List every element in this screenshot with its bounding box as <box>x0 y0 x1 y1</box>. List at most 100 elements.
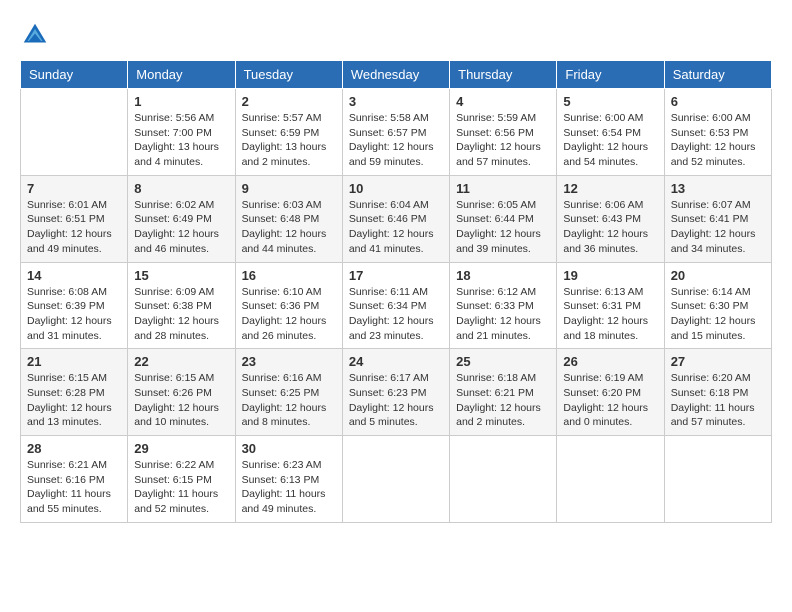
day-info: Sunrise: 6:23 AMSunset: 6:13 PMDaylight:… <box>242 458 336 517</box>
calendar-cell: 11 Sunrise: 6:05 AMSunset: 6:44 PMDayligh… <box>450 175 557 262</box>
day-number: 4 <box>456 94 550 109</box>
calendar-cell: 16 Sunrise: 6:10 AMSunset: 6:36 PMDayligh… <box>235 262 342 349</box>
day-number: 1 <box>134 94 228 109</box>
day-info: Sunrise: 6:05 AMSunset: 6:44 PMDaylight:… <box>456 198 550 257</box>
day-number: 19 <box>563 268 657 283</box>
day-number: 7 <box>27 181 121 196</box>
calendar-cell: 10 Sunrise: 6:04 AMSunset: 6:46 PMDayligh… <box>342 175 449 262</box>
day-of-week-header: Saturday <box>664 61 771 89</box>
day-info: Sunrise: 6:02 AMSunset: 6:49 PMDaylight:… <box>134 198 228 257</box>
calendar-cell: 23 Sunrise: 6:16 AMSunset: 6:25 PMDayligh… <box>235 349 342 436</box>
day-number: 27 <box>671 354 765 369</box>
day-info: Sunrise: 5:58 AMSunset: 6:57 PMDaylight:… <box>349 111 443 170</box>
calendar-cell: 1 Sunrise: 5:56 AMSunset: 7:00 PMDaylight… <box>128 89 235 176</box>
day-of-week-header: Friday <box>557 61 664 89</box>
day-number: 6 <box>671 94 765 109</box>
day-number: 14 <box>27 268 121 283</box>
calendar-cell: 22 Sunrise: 6:15 AMSunset: 6:26 PMDayligh… <box>128 349 235 436</box>
calendar-cell <box>21 89 128 176</box>
day-info: Sunrise: 6:15 AMSunset: 6:26 PMDaylight:… <box>134 371 228 430</box>
calendar-table: SundayMondayTuesdayWednesdayThursdayFrid… <box>20 60 772 523</box>
page-header <box>20 20 772 50</box>
day-number: 3 <box>349 94 443 109</box>
day-info: Sunrise: 5:59 AMSunset: 6:56 PMDaylight:… <box>456 111 550 170</box>
calendar-cell: 29 Sunrise: 6:22 AMSunset: 6:15 PMDayligh… <box>128 436 235 523</box>
day-info: Sunrise: 6:17 AMSunset: 6:23 PMDaylight:… <box>349 371 443 430</box>
day-info: Sunrise: 6:21 AMSunset: 6:16 PMDaylight:… <box>27 458 121 517</box>
calendar-cell: 30 Sunrise: 6:23 AMSunset: 6:13 PMDayligh… <box>235 436 342 523</box>
day-number: 30 <box>242 441 336 456</box>
day-number: 25 <box>456 354 550 369</box>
day-number: 26 <box>563 354 657 369</box>
day-info: Sunrise: 6:12 AMSunset: 6:33 PMDaylight:… <box>456 285 550 344</box>
day-number: 16 <box>242 268 336 283</box>
day-number: 24 <box>349 354 443 369</box>
calendar-cell: 14 Sunrise: 6:08 AMSunset: 6:39 PMDayligh… <box>21 262 128 349</box>
day-number: 20 <box>671 268 765 283</box>
day-info: Sunrise: 6:13 AMSunset: 6:31 PMDaylight:… <box>563 285 657 344</box>
calendar-cell: 18 Sunrise: 6:12 AMSunset: 6:33 PMDayligh… <box>450 262 557 349</box>
day-info: Sunrise: 6:10 AMSunset: 6:36 PMDaylight:… <box>242 285 336 344</box>
calendar-cell: 4 Sunrise: 5:59 AMSunset: 6:56 PMDaylight… <box>450 89 557 176</box>
day-number: 22 <box>134 354 228 369</box>
day-number: 13 <box>671 181 765 196</box>
day-info: Sunrise: 5:57 AMSunset: 6:59 PMDaylight:… <box>242 111 336 170</box>
day-info: Sunrise: 6:14 AMSunset: 6:30 PMDaylight:… <box>671 285 765 344</box>
day-info: Sunrise: 6:18 AMSunset: 6:21 PMDaylight:… <box>456 371 550 430</box>
day-number: 23 <box>242 354 336 369</box>
day-info: Sunrise: 6:06 AMSunset: 6:43 PMDaylight:… <box>563 198 657 257</box>
day-number: 12 <box>563 181 657 196</box>
calendar-cell: 27 Sunrise: 6:20 AMSunset: 6:18 PMDayligh… <box>664 349 771 436</box>
day-number: 8 <box>134 181 228 196</box>
calendar-cell: 25 Sunrise: 6:18 AMSunset: 6:21 PMDayligh… <box>450 349 557 436</box>
day-info: Sunrise: 6:08 AMSunset: 6:39 PMDaylight:… <box>27 285 121 344</box>
day-number: 9 <box>242 181 336 196</box>
calendar-cell: 5Sunrise: 6:00 AMSunset: 6:54 PMDaylight… <box>557 89 664 176</box>
day-info: Sunrise: 5:56 AMSunset: 7:00 PMDaylight:… <box>134 111 228 170</box>
day-number: 18 <box>456 268 550 283</box>
day-info: Sunrise: 6:00 AMSunset: 6:53 PMDaylight:… <box>671 111 765 170</box>
calendar-cell <box>342 436 449 523</box>
logo <box>20 20 54 50</box>
calendar-cell: 17 Sunrise: 6:11 AMSunset: 6:34 PMDayligh… <box>342 262 449 349</box>
day-number: 17 <box>349 268 443 283</box>
day-number: 10 <box>349 181 443 196</box>
calendar-cell: 12 Sunrise: 6:06 AMSunset: 6:43 PMDayligh… <box>557 175 664 262</box>
calendar-cell: 24 Sunrise: 6:17 AMSunset: 6:23 PMDayligh… <box>342 349 449 436</box>
calendar-cell: 9 Sunrise: 6:03 AMSunset: 6:48 PMDaylight… <box>235 175 342 262</box>
calendar-cell: 15 Sunrise: 6:09 AMSunset: 6:38 PMDayligh… <box>128 262 235 349</box>
day-info: Sunrise: 6:04 AMSunset: 6:46 PMDaylight:… <box>349 198 443 257</box>
calendar-cell: 19 Sunrise: 6:13 AMSunset: 6:31 PMDayligh… <box>557 262 664 349</box>
day-of-week-header: Sunday <box>21 61 128 89</box>
day-number: 15 <box>134 268 228 283</box>
day-number: 2 <box>242 94 336 109</box>
calendar-header-row: SundayMondayTuesdayWednesdayThursdayFrid… <box>21 61 772 89</box>
calendar-cell: 8 Sunrise: 6:02 AMSunset: 6:49 PMDaylight… <box>128 175 235 262</box>
logo-icon <box>20 20 50 50</box>
day-info: Sunrise: 6:03 AMSunset: 6:48 PMDaylight:… <box>242 198 336 257</box>
day-info: Sunrise: 6:11 AMSunset: 6:34 PMDaylight:… <box>349 285 443 344</box>
calendar-cell: 7 Sunrise: 6:01 AMSunset: 6:51 PMDaylight… <box>21 175 128 262</box>
day-info: Sunrise: 6:00 AMSunset: 6:54 PMDaylight:… <box>563 111 657 170</box>
calendar-cell: 26 Sunrise: 6:19 AMSunset: 6:20 PMDayligh… <box>557 349 664 436</box>
day-number: 29 <box>134 441 228 456</box>
day-info: Sunrise: 6:16 AMSunset: 6:25 PMDaylight:… <box>242 371 336 430</box>
day-of-week-header: Wednesday <box>342 61 449 89</box>
day-number: 28 <box>27 441 121 456</box>
calendar-cell <box>557 436 664 523</box>
day-info: Sunrise: 6:09 AMSunset: 6:38 PMDaylight:… <box>134 285 228 344</box>
calendar-cell: 3 Sunrise: 5:58 AMSunset: 6:57 PMDaylight… <box>342 89 449 176</box>
day-info: Sunrise: 6:22 AMSunset: 6:15 PMDaylight:… <box>134 458 228 517</box>
calendar-cell: 6 Sunrise: 6:00 AMSunset: 6:53 PMDaylight… <box>664 89 771 176</box>
day-info: Sunrise: 6:19 AMSunset: 6:20 PMDaylight:… <box>563 371 657 430</box>
calendar-cell: 13Sunrise: 6:07 AMSunset: 6:41 PMDayligh… <box>664 175 771 262</box>
day-of-week-header: Monday <box>128 61 235 89</box>
calendar-cell: 20 Sunrise: 6:14 AMSunset: 6:30 PMDayligh… <box>664 262 771 349</box>
day-of-week-header: Tuesday <box>235 61 342 89</box>
day-info: Sunrise: 6:20 AMSunset: 6:18 PMDaylight:… <box>671 371 765 430</box>
calendar-cell: 21Sunrise: 6:15 AMSunset: 6:28 PMDayligh… <box>21 349 128 436</box>
calendar-cell: 2 Sunrise: 5:57 AMSunset: 6:59 PMDaylight… <box>235 89 342 176</box>
day-info: Sunrise: 6:01 AMSunset: 6:51 PMDaylight:… <box>27 198 121 257</box>
calendar-cell <box>450 436 557 523</box>
day-number: 11 <box>456 181 550 196</box>
